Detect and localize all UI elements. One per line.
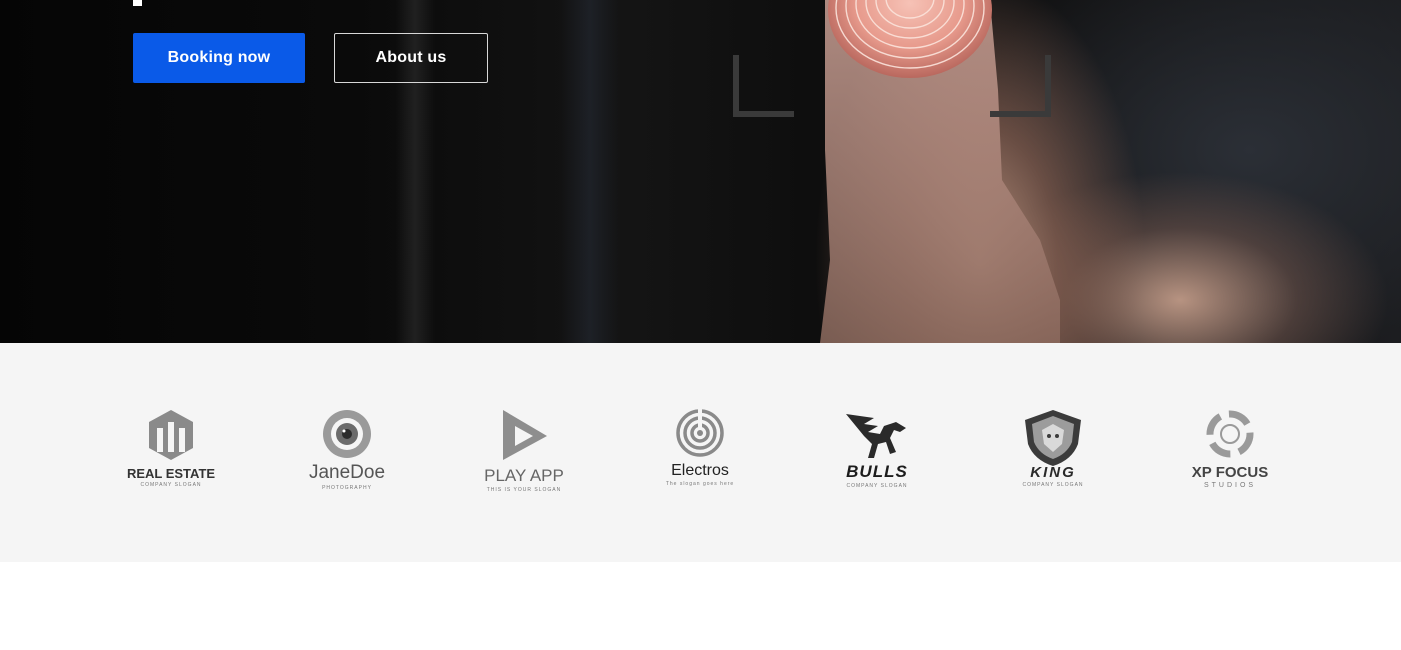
fingerprint-scan-image <box>733 0 1060 343</box>
lion-shield-icon <box>1025 410 1081 466</box>
background-pillar <box>560 0 620 343</box>
booking-now-button[interactable]: Booking now <box>133 33 305 83</box>
hero-banner: Booking now About us <box>0 0 1401 343</box>
partner-slogan: COMPANY SLOGAN <box>140 482 202 488</box>
partner-logo-xp-focus[interactable]: XP FOCUS STUDIOS <box>1170 408 1290 498</box>
partner-slogan: PHOTOGRAPHY <box>322 485 372 491</box>
partner-slogan: The slogan goes here <box>665 481 735 487</box>
partner-slogan: STUDIOS <box>1203 482 1257 489</box>
focus-ring-icon <box>1206 410 1254 458</box>
partner-logo-real-estate[interactable]: REAL ESTATE COMPANY SLOGAN <box>111 408 231 498</box>
partner-name: JaneDoe <box>308 462 386 483</box>
partner-slogan: THIS IS YOUR SLOGAN <box>486 487 562 493</box>
partner-name: BULLS <box>846 462 908 481</box>
play-triangle-icon <box>503 410 547 460</box>
partner-slogan: COMPANY SLOGAN <box>846 483 908 489</box>
partner-logo-king[interactable]: KING COMPANY SLOGAN <box>993 408 1113 498</box>
hero-title-fragment <box>133 0 142 6</box>
partner-slogan: COMPANY SLOGAN <box>1022 482 1084 488</box>
partner-logo-play-app[interactable]: PLAY APP THIS IS YOUR SLOGAN <box>464 408 584 498</box>
partner-name: REAL ESTATE <box>126 466 216 481</box>
partner-name: Electros <box>671 462 729 479</box>
partner-logos-strip: REAL ESTATE COMPANY SLOGAN JaneDoe PHOTO… <box>0 343 1401 562</box>
building-shield-icon <box>149 410 193 460</box>
partner-logo-electros[interactable]: Electros The slogan goes here <box>640 408 760 498</box>
camera-lens-icon <box>323 410 371 458</box>
about-us-button[interactable]: About us <box>334 33 488 83</box>
partner-logo-janedoe[interactable]: JaneDoe PHOTOGRAPHY <box>287 408 407 498</box>
winged-bull-icon <box>846 414 906 458</box>
partner-logo-bulls[interactable]: BULLS COMPANY SLOGAN <box>817 408 937 498</box>
maze-circle-icon <box>676 408 724 457</box>
partner-name: KING <box>1030 464 1076 481</box>
partner-name: XP FOCUS <box>1191 464 1269 481</box>
partner-name: PLAY APP <box>484 466 564 485</box>
